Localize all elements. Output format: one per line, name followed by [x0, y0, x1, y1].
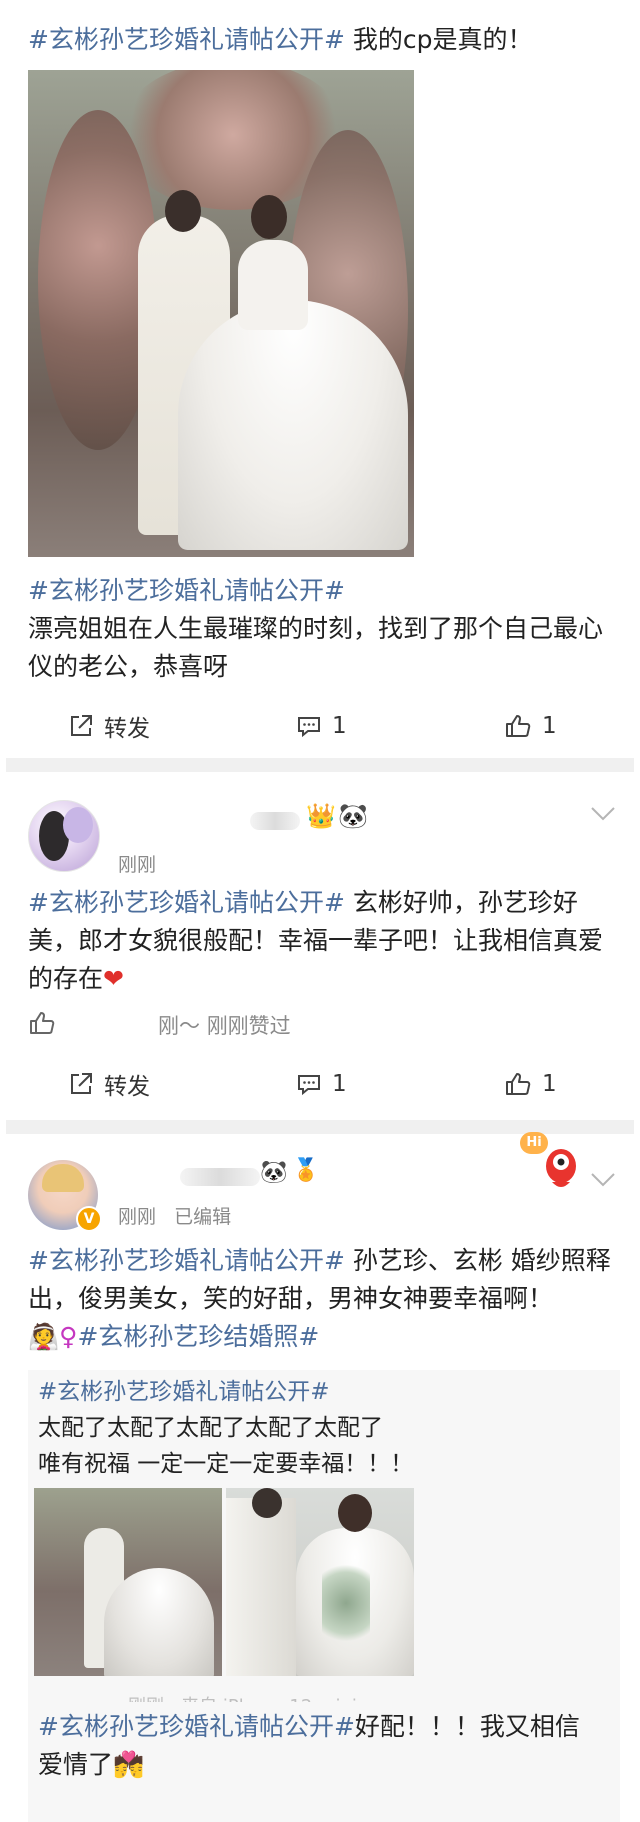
- action-bar: 转发 1 1: [0, 1054, 640, 1114]
- weibo-feed: #玄彬孙艺珍婚礼请帖公开# 我的cp是真的！ #玄彬孙艺珍婚礼请帖公开# 漂亮姐…: [0, 0, 640, 1822]
- topic-link[interactable]: #玄彬孙艺珍婚礼请帖公开#: [38, 1379, 330, 1405]
- photo-thumbnail[interactable]: [34, 1488, 222, 1676]
- avatar[interactable]: [28, 800, 100, 872]
- female-sign-icon: ♀: [59, 1322, 78, 1351]
- post-headline: #玄彬孙艺珍婚礼请帖公开# 我的cp是真的！: [28, 22, 532, 58]
- topic-link[interactable]: #玄彬孙艺珍婚礼请帖公开#: [28, 1246, 345, 1275]
- verified-badge-icon: V: [76, 1206, 102, 1232]
- comment-body: #玄彬孙艺珍婚礼请帖公开# 孙艺珍、玄彬 婚纱照释出，俊男美女，笑的好甜，男神女…: [28, 1242, 618, 1356]
- repost-icon: [68, 713, 94, 739]
- repost-label: 转发: [104, 1074, 150, 1100]
- photo-thumbnail[interactable]: [226, 1488, 414, 1676]
- topic-link[interactable]: #玄彬孙艺珍婚礼请帖公开#: [28, 25, 345, 54]
- repost-body: #玄彬孙艺珍婚礼请帖公开# 太配了太配了太配了太配了太配了 唯有祝福 一定一定一…: [38, 1379, 414, 1477]
- action-bar: 转发 1 1: [0, 696, 640, 756]
- chevron-down-icon[interactable]: [590, 1172, 616, 1192]
- topic-link[interactable]: #玄彬孙艺珍结婚照#: [77, 1322, 319, 1351]
- post-body: #玄彬孙艺珍婚礼请帖公开# 漂亮姐姐在人生最璀璨的时刻，找到了那个自己最心仪的老…: [28, 572, 618, 686]
- username-blurred[interactable]: [180, 1168, 260, 1186]
- thumbs-up-icon: [504, 1071, 532, 1097]
- like-button[interactable]: 1: [504, 1071, 557, 1097]
- chevron-down-icon[interactable]: [590, 806, 616, 826]
- bride-emoji-icon: 👰: [28, 1322, 60, 1351]
- comment-button[interactable]: 1: [296, 713, 347, 739]
- mascot-icon[interactable]: [544, 1146, 578, 1192]
- post-text: 我的cp是真的！: [344, 25, 533, 54]
- repost-meta: 刚刚 · 来自 iPhone 12 mini: [128, 1692, 357, 1702]
- like-button[interactable]: 1: [504, 713, 557, 739]
- comment-count: 1: [332, 713, 347, 739]
- repost-icon: [68, 1071, 94, 1097]
- like-count: 1: [542, 713, 557, 739]
- post-card: #玄彬孙艺珍婚礼请帖公开# 我的cp是真的！ #玄彬孙艺珍婚礼请帖公开# 漂亮姐…: [0, 0, 640, 758]
- repost-button[interactable]: 转发: [68, 1067, 150, 1101]
- timestamp: 刚刚 已编辑: [118, 1206, 232, 1228]
- repost-body-2: #玄彬孙艺珍婚礼请帖公开#好配！！！我又相信爱情了💏: [38, 1712, 580, 1779]
- wedding-photo[interactable]: [28, 70, 414, 557]
- liked-row[interactable]: [28, 1010, 56, 1040]
- liked-status: 刚〜 刚刚赞过: [158, 1014, 291, 1038]
- topic-link[interactable]: #玄彬孙艺珍婚礼请帖公开#: [38, 1712, 355, 1741]
- topic-link[interactable]: #玄彬孙艺珍婚礼请帖公开#: [28, 576, 345, 605]
- comment-icon: [296, 713, 322, 739]
- panda-badge-icon: 🐼: [338, 802, 368, 830]
- repost-label: 转发: [104, 716, 150, 742]
- comment-body: #玄彬孙艺珍婚礼请帖公开# 玄彬好帅，孙艺珍好美，郎才女貌很般配！幸福一辈子吧！…: [28, 884, 618, 998]
- comment-count: 1: [332, 1071, 347, 1097]
- thumbs-up-icon: [28, 1010, 56, 1040]
- thumbs-up-icon: [504, 713, 532, 739]
- red-heart-icon: ❤: [103, 964, 124, 993]
- like-count: 1: [542, 1071, 557, 1097]
- panda-badge-icon: 🐼: [260, 1160, 288, 1185]
- post-text: 漂亮姐姐在人生最璀璨的时刻，找到了那个自己最心仪的老公，恭喜呀: [28, 614, 604, 681]
- repost-button[interactable]: 转发: [68, 709, 150, 743]
- medal-badge-icon: 🏅: [292, 1158, 320, 1183]
- crown-badge-icon: 👑: [306, 802, 336, 830]
- kiss-emoji-icon: 💏: [113, 1750, 145, 1779]
- section-divider: [6, 758, 634, 772]
- comment-icon: [296, 1071, 322, 1097]
- topic-link[interactable]: #玄彬孙艺珍婚礼请帖公开#: [28, 888, 345, 917]
- username-blurred[interactable]: [250, 812, 300, 830]
- reposted-card[interactable]: #玄彬孙艺珍婚礼请帖公开# 太配了太配了太配了太配了太配了 唯有祝福 一定一定一…: [28, 1370, 620, 1822]
- timestamp: 刚刚: [118, 854, 157, 876]
- comment-button[interactable]: 1: [296, 1071, 347, 1097]
